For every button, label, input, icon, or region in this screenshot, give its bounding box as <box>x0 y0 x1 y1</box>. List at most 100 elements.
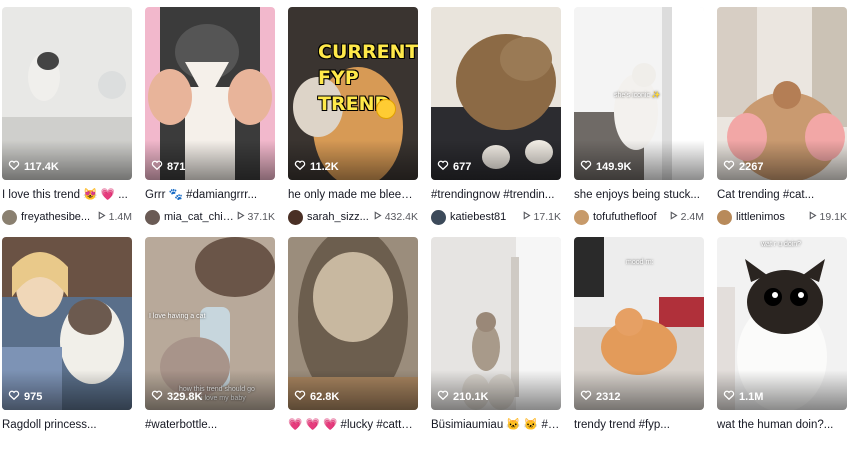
video-caption[interactable]: he only made me bleed ... <box>288 188 418 202</box>
avatar[interactable] <box>431 209 446 225</box>
video-card[interactable]: 117.4K I love this trend 😻 💗 ... freyath… <box>2 7 132 237</box>
play-outline-icon <box>236 211 245 223</box>
video-overlay-text: wat r u doin? <box>761 241 802 248</box>
video-meta: littlenimos 19.1K <box>717 209 847 225</box>
video-thumbnail[interactable]: 677 <box>431 7 561 180</box>
avatar[interactable] <box>288 209 303 225</box>
view-count-value: 19.1K <box>819 211 847 223</box>
like-count-value: 329.8K <box>167 390 203 403</box>
video-thumbnail[interactable]: 117.4K <box>2 7 132 180</box>
video-thumbnail[interactable]: she's iconic ✨ 149.9K <box>574 7 704 180</box>
author-link[interactable]: mia_cat_chic... <box>145 209 236 225</box>
like-count-value: 677 <box>453 160 472 173</box>
avatar[interactable] <box>145 209 160 225</box>
heart-outline-icon <box>8 389 20 404</box>
video-overlay-text: I love having a cat <box>149 313 206 320</box>
video-card[interactable]: mood rn: 2312 trendy trend #fyp... <box>574 237 704 467</box>
video-card[interactable]: 677 #trendingnow #trendin... katiebest81… <box>431 7 561 237</box>
like-count-value: 210.1K <box>453 390 489 403</box>
video-grid: 117.4K I love this trend 😻 💗 ... freyath… <box>2 7 847 467</box>
like-count: 871 <box>151 159 185 174</box>
avatar[interactable] <box>574 209 589 225</box>
view-count: 432.4K <box>373 211 418 223</box>
like-count: 2312 <box>580 389 620 404</box>
like-count-value: 62.8K <box>310 390 340 403</box>
avatar[interactable] <box>2 209 17 225</box>
video-caption[interactable]: Grrr 🐾 #damiangrrr... <box>145 188 275 202</box>
heart-outline-icon <box>723 159 735 174</box>
video-thumbnail[interactable]: 210.1K <box>431 237 561 410</box>
video-thumbnail[interactable]: 62.8K <box>288 237 418 410</box>
video-card[interactable]: I love having a cathow this trend should… <box>145 237 275 467</box>
video-caption[interactable]: I love this trend 😻 💗 ... <box>2 188 132 202</box>
video-thumbnail[interactable]: 871 <box>145 7 275 180</box>
video-meta: sarah_sizz... 432.4K <box>288 209 418 225</box>
play-outline-icon <box>97 211 106 223</box>
video-meta: freyathesibe... 1.4M <box>2 209 132 225</box>
author-link[interactable]: freyathesibe... <box>2 209 90 225</box>
like-count-value: 975 <box>24 390 43 403</box>
video-card[interactable]: 210.1K Büsimiaumiau 🐱 🐱 #fy... <box>431 237 561 467</box>
video-meta: katiebest81 17.1K <box>431 209 561 225</box>
video-caption[interactable]: #trendingnow #trendin... <box>431 188 561 202</box>
video-card[interactable]: she's iconic ✨ 149.9K she enjoys being s… <box>574 7 704 237</box>
video-caption[interactable]: trendy trend #fyp... <box>574 418 704 432</box>
view-count-value: 1.4M <box>108 211 132 223</box>
play-outline-icon <box>808 211 817 223</box>
like-count-value: 2312 <box>596 390 621 403</box>
view-count: 19.1K <box>808 211 847 223</box>
author-name[interactable]: sarah_sizz... <box>307 211 369 223</box>
video-thumbnail[interactable]: mood rn: 2312 <box>574 237 704 410</box>
heart-outline-icon <box>294 159 306 174</box>
video-thumbnail[interactable]: 2267 <box>717 7 847 180</box>
video-card[interactable]: 975 Ragdoll princess... <box>2 237 132 467</box>
video-card[interactable]: 2267 Cat trending #cat... littlenimos 19… <box>717 7 847 237</box>
video-caption[interactable]: she enjoys being stuck... <box>574 188 704 202</box>
author-name[interactable]: mia_cat_chic... <box>164 211 236 223</box>
video-card[interactable]: CURRENT FYP TREND 11.2K he only made me … <box>288 7 418 237</box>
author-link[interactable]: tofufuthefloof <box>574 209 657 225</box>
like-count-value: 871 <box>167 160 186 173</box>
video-thumbnail[interactable]: I love having a cathow this trend should… <box>145 237 275 410</box>
smile-emoji-icon <box>376 99 396 119</box>
video-thumbnail[interactable]: CURRENT FYP TREND 11.2K <box>288 7 418 180</box>
view-count: 17.1K <box>522 211 561 223</box>
like-count: 62.8K <box>294 389 339 404</box>
like-count: 329.8K <box>151 389 202 404</box>
video-caption[interactable]: Ragdoll princess... <box>2 418 132 432</box>
like-count-value: 1.1M <box>739 390 764 403</box>
video-card[interactable]: 62.8K 💗 💗 💗 #lucky #cattok... <box>288 237 418 467</box>
heart-outline-icon <box>8 159 20 174</box>
view-count: 1.4M <box>97 211 132 223</box>
heart-outline-icon <box>580 159 592 174</box>
like-count: 117.4K <box>8 159 59 174</box>
video-caption[interactable]: wat the human doin?... <box>717 418 847 432</box>
video-card[interactable]: 871 Grrr 🐾 #damiangrrr... mia_cat_chic..… <box>145 7 275 237</box>
view-count-value: 37.1K <box>247 211 275 223</box>
author-link[interactable]: littlenimos <box>717 209 785 225</box>
video-card[interactable]: wat r u doin? 1.1M wat the human doin?..… <box>717 237 847 467</box>
heart-outline-icon <box>437 159 449 174</box>
view-count: 37.1K <box>236 211 275 223</box>
video-caption[interactable]: Büsimiaumiau 🐱 🐱 #fy... <box>431 418 561 432</box>
author-name[interactable]: littlenimos <box>736 211 785 223</box>
video-caption[interactable]: #waterbottle... <box>145 418 275 432</box>
video-thumbnail[interactable]: wat r u doin? 1.1M <box>717 237 847 410</box>
like-count: 149.9K <box>580 159 631 174</box>
view-count-value: 17.1K <box>533 211 561 223</box>
author-name[interactable]: tofufuthefloof <box>593 211 657 223</box>
author-name[interactable]: freyathesibe... <box>21 211 90 223</box>
avatar[interactable] <box>717 209 732 225</box>
author-name[interactable]: katiebest81 <box>450 211 506 223</box>
heart-outline-icon <box>723 389 735 404</box>
video-caption[interactable]: 💗 💗 💗 #lucky #cattok... <box>288 418 418 432</box>
video-meta: mia_cat_chic... 37.1K <box>145 209 275 225</box>
like-count: 1.1M <box>723 389 763 404</box>
author-link[interactable]: katiebest81 <box>431 209 506 225</box>
video-overlay-text: mood rn: <box>626 259 654 266</box>
like-count: 677 <box>437 159 471 174</box>
video-overlay-text: CURRENT FYP TREND <box>318 41 418 115</box>
video-thumbnail[interactable]: 975 <box>2 237 132 410</box>
video-caption[interactable]: Cat trending #cat... <box>717 188 847 202</box>
author-link[interactable]: sarah_sizz... <box>288 209 369 225</box>
